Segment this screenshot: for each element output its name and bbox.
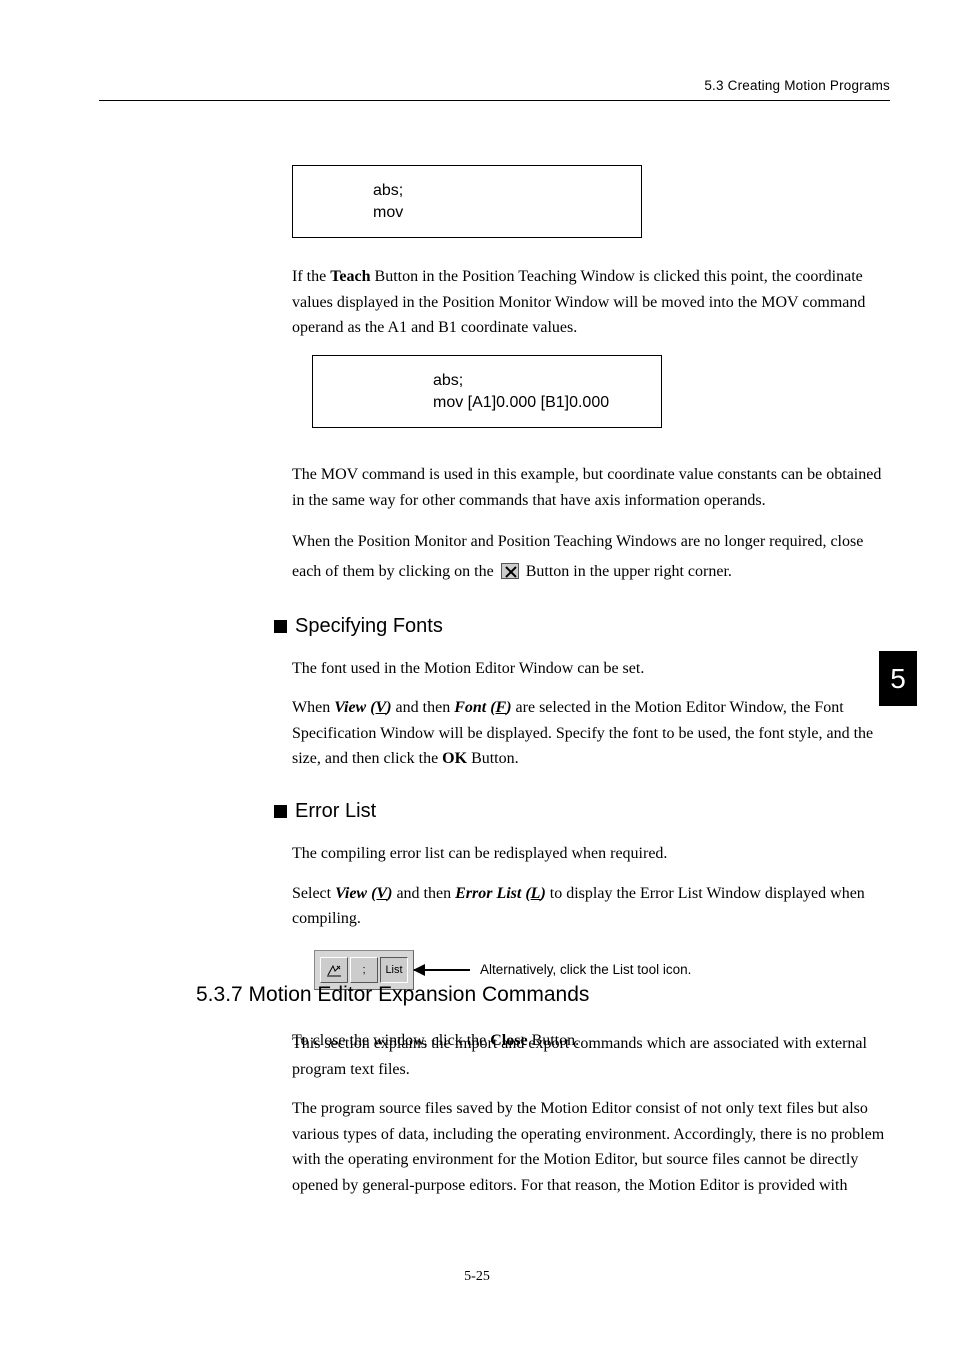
page: 5.3 Creating Motion Programs abs; mov If…: [0, 0, 954, 1351]
menu-font: Font (F): [454, 699, 511, 716]
code-line: abs;: [433, 370, 645, 392]
section-heading-fonts: Specifying Fonts: [274, 615, 892, 638]
ok-label: OK: [442, 750, 467, 767]
menu-error-list: Error List (L): [455, 885, 546, 902]
menu-view: View (V): [334, 699, 391, 716]
code-box-1: abs; mov: [292, 165, 642, 238]
paragraph: The program source files saved by the Mo…: [292, 1096, 892, 1198]
paragraph: When the Position Monitor and Position T…: [292, 527, 892, 586]
bullet-square-icon: [274, 805, 287, 818]
code-line: abs;: [373, 180, 625, 202]
page-number: 5-25: [0, 1269, 954, 1285]
paragraph: The font used in the Motion Editor Windo…: [292, 656, 892, 682]
toolbar-semicolon-button[interactable]: ;: [350, 957, 378, 983]
arrow-icon: [414, 969, 470, 971]
teach-label: Teach: [330, 268, 370, 285]
paragraph: If the Teach Button in the Position Teac…: [292, 264, 892, 341]
section-heading-error-list: Error List: [274, 800, 892, 823]
close-icon: [501, 563, 519, 579]
paragraph: The MOV command is used in this example,…: [292, 462, 892, 513]
header-rule: [99, 100, 890, 101]
paragraph: Select View (V) and then Error List (L) …: [292, 881, 892, 932]
content-column: abs; mov If the Teach Button in the Posi…: [292, 165, 892, 1067]
code-line: mov: [373, 202, 625, 224]
running-head: 5.3 Creating Motion Programs: [704, 78, 890, 93]
figure-caption: Alternatively, click the List tool icon.: [480, 962, 691, 977]
paragraph: This section explains the import and exp…: [292, 1031, 892, 1082]
menu-view: View (V): [335, 885, 392, 902]
toolbar-icon-button[interactable]: [320, 957, 348, 983]
subsection-537: 5.3.7 Motion Editor Expansion Commands T…: [196, 983, 896, 1213]
bullet-square-icon: [274, 620, 287, 633]
paragraph: The compiling error list can be redispla…: [292, 841, 892, 867]
subsection-heading: 5.3.7 Motion Editor Expansion Commands: [196, 983, 896, 1007]
toolbar-list-button[interactable]: List: [380, 957, 408, 983]
chapter-tab: 5: [879, 651, 917, 706]
paragraph: When View (V) and then Font (F) are sele…: [292, 695, 892, 772]
code-box-2: abs; mov [A1]0.000 [B1]0.000: [312, 355, 662, 428]
code-line: mov [A1]0.000 [B1]0.000: [433, 392, 645, 414]
